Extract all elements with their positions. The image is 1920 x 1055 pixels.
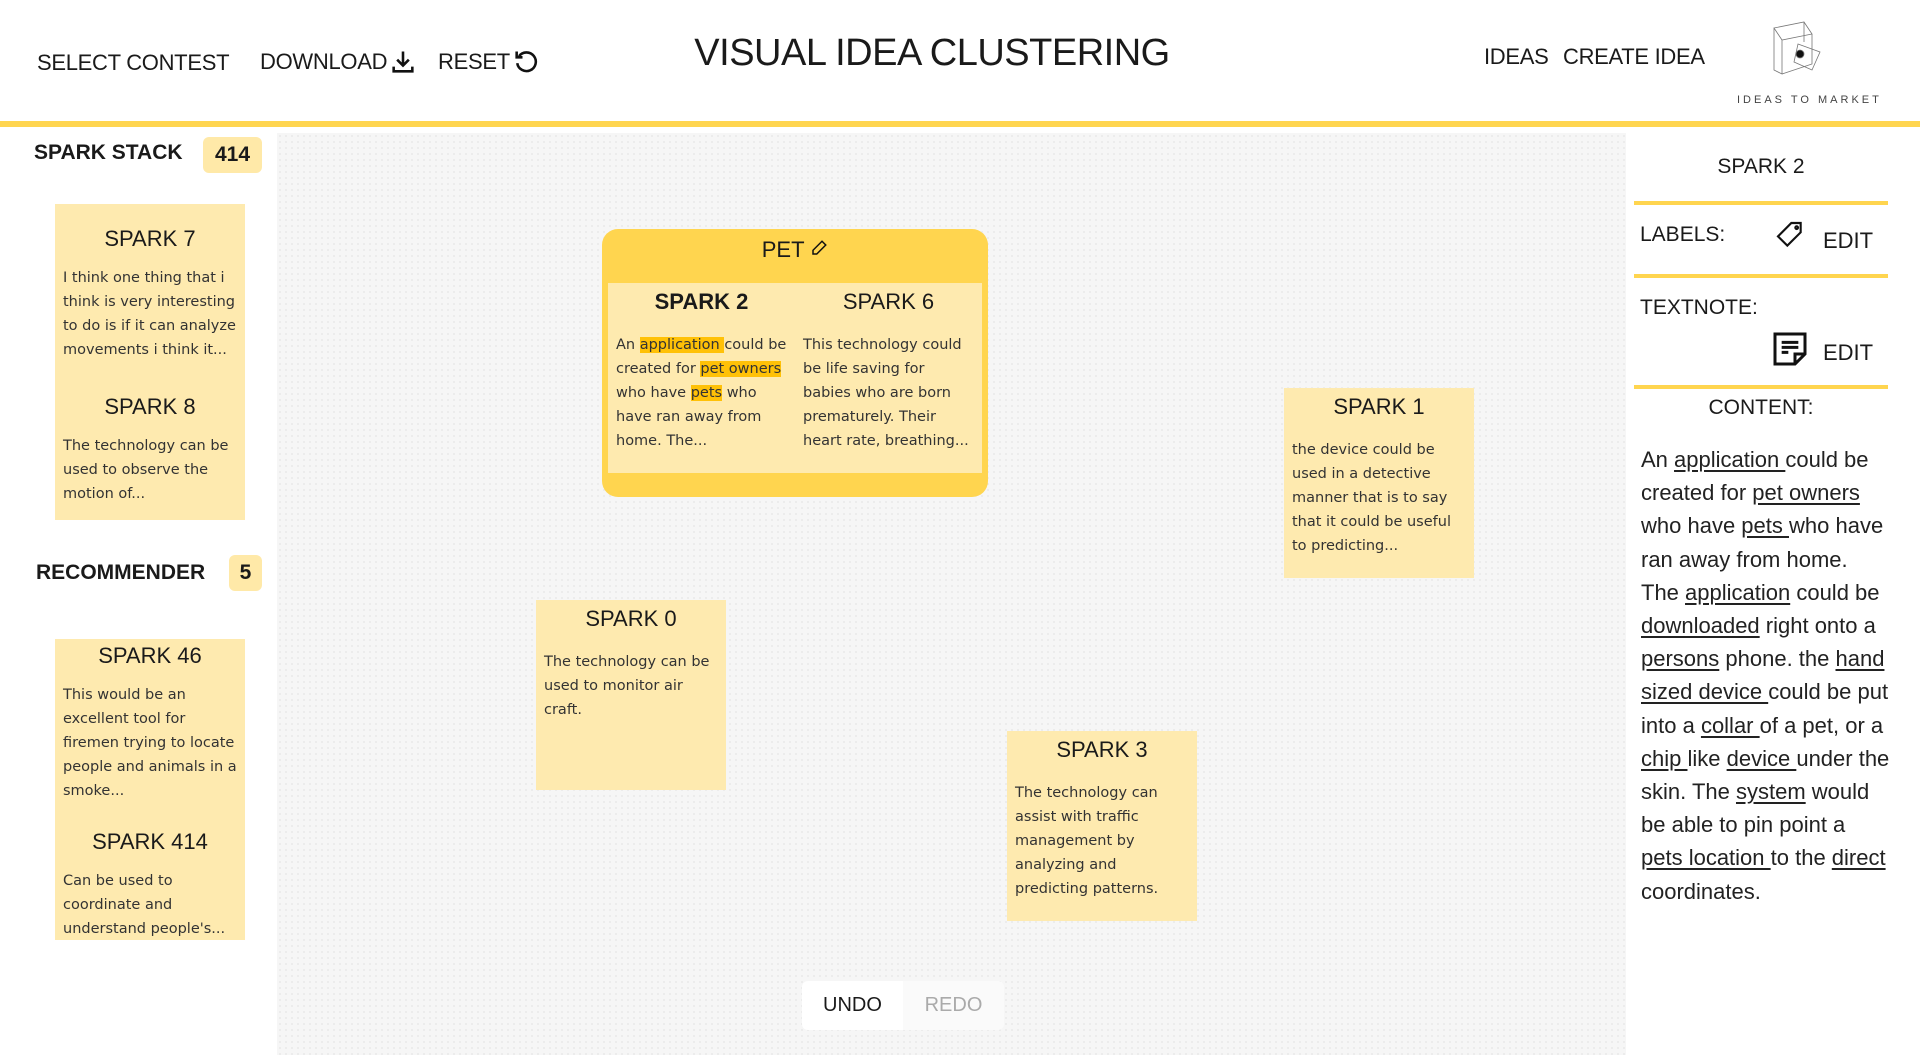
note-spark-0[interactable]: SPARK 0 The technology can be used to mon… [536,600,726,790]
nav-create-idea[interactable]: CREATE IDEA [1563,44,1705,70]
card-text: The technology can be used to observe th… [63,438,229,502]
detail-content: An application could be created for pet … [1641,443,1891,908]
detail-title: SPARK 2 [1717,155,1805,178]
text-segment: to the [1770,845,1832,871]
text-segment: who have [616,385,691,401]
card-title: SPARK 46 [98,643,202,668]
card-title: SPARK 8 [104,394,196,419]
keyword-highlight: application [639,337,725,353]
text-segment: An [1641,447,1675,472]
keyword-link[interactable]: application [1685,580,1790,605]
keyword-link[interactable]: pet owners [1752,480,1860,505]
keyword-link[interactable]: collar [1701,713,1760,738]
cluster-label: PET [761,237,805,262]
card-title: SPARK 7 [104,226,196,251]
logo-text: IDEAS TO MARKET [1737,94,1882,106]
nav-create-idea-label: CREATE IDEA [1563,44,1705,69]
header: SELECT CONTEST DOWNLOAD RESET VISUAL IDE… [0,0,1920,127]
text-segment: could be [1790,579,1880,605]
keyword-link[interactable]: direct [1832,845,1886,870]
recommender-card[interactable]: SPARK 46 This would be an excellent tool … [55,639,245,829]
cluster-body: SPARK 2 An application could be created f… [608,283,982,473]
keyword-link[interactable]: pets location [1641,845,1771,870]
nav-ideas[interactable]: IDEAS [1484,44,1549,70]
card-text: This would be an excellent tool for fire… [63,687,237,799]
keyword-link[interactable]: pets [1741,513,1789,538]
textnote-edit-button[interactable]: EDIT [1823,340,1873,366]
divider [1634,201,1888,205]
textnote-label: TEXTNOTE: [1640,296,1758,319]
note-title: SPARK 0 [585,606,677,631]
text-segment: An [616,337,640,353]
divider [1634,274,1888,278]
note-title: SPARK 1 [1333,394,1425,419]
recommender-list[interactable]: SPARK 46 This would be an excellent tool … [55,639,245,940]
keyword-link[interactable]: system [1736,779,1806,804]
spark-title: SPARK 6 [842,289,935,314]
note-text: The technology can be used to monitor ai… [544,654,710,718]
note-text: The technology can assist with traffic m… [1015,785,1159,897]
note-title: SPARK 3 [1056,737,1148,762]
card-text: Can be used to coordinate and understand… [63,873,226,937]
text-segment: of a pet, or a [1759,712,1884,738]
logo-icon [1773,21,1821,75]
cluster-header: PET [602,229,988,283]
keyword-link[interactable]: downloaded [1641,613,1760,638]
keyword-highlight: pet owners [700,361,782,377]
text-segment: who have [1641,513,1742,539]
text-segment: coordinates. [1641,878,1761,904]
spark-stack-count: 414 [203,137,262,173]
recommender-count: 5 [229,555,262,591]
undo-redo-toolbar: UNDO REDO [802,981,1004,1030]
redo-button[interactable]: REDO [903,981,1004,1030]
nav-ideas-label: IDEAS [1484,44,1549,69]
undo-button[interactable]: UNDO [802,981,903,1030]
spark-text: An application could be created for pet … [616,333,787,453]
keyword-link[interactable]: persons [1641,646,1719,671]
cluster-pet[interactable]: PET SPARK 2 An application could be creat… [602,229,988,497]
text-segment: right onto a [1759,613,1876,639]
recommender-card[interactable]: SPARK 414 Can be used to coordinate and u… [55,829,245,940]
stack-card[interactable]: SPARK 8 The technology can be used to obs… [55,394,245,520]
spark-text: This technology could be life saving for… [803,337,969,449]
keyword-link[interactable]: device [1727,746,1797,771]
spark-title: SPARK 2 [654,289,749,314]
text-segment: phone. the [1719,646,1836,672]
divider [1634,385,1888,389]
cluster-spark-6[interactable]: SPARK 6 This technology could be life sav… [795,283,982,473]
card-text: I think one thing that i think is very i… [63,270,236,358]
recommender-title: RECOMMENDER [36,561,206,584]
note-spark-1[interactable]: SPARK 1 the device could be used in a det… [1284,388,1474,578]
text-segment: like [1687,745,1727,771]
spark-stack-title: SPARK STACK [34,141,183,164]
card-title: SPARK 414 [92,829,208,854]
keyword-highlight: pets [690,385,723,401]
note-text: the device could be used in a detective … [1292,442,1451,554]
pencil-icon[interactable] [810,239,828,257]
content-label: CONTENT: [1708,396,1814,419]
spark-stack-list[interactable]: SPARK 7 I think one thing that i think is… [55,204,245,520]
detail-panel: SPARK 2 LABELS: EDIT TEXTNOTE: EDIT CONT… [1626,133,1920,1055]
note-spark-3[interactable]: SPARK 3 The technology can assist with tr… [1007,731,1197,921]
stack-card[interactable]: SPARK 7 I think one thing that i think is… [55,204,245,394]
labels-edit-button[interactable]: EDIT [1823,228,1873,254]
keyword-link[interactable]: application [1674,447,1785,472]
left-sidebar: SPARK STACK 414 SPARK 7 I think one thing… [0,133,277,1055]
keyword-link[interactable]: chip [1641,746,1687,771]
labels-label: LABELS: [1640,223,1726,246]
cluster-spark-2[interactable]: SPARK 2 An application could be created f… [608,283,795,473]
tag-icon[interactable] [1774,219,1806,251]
note-icon[interactable] [1770,329,1810,369]
